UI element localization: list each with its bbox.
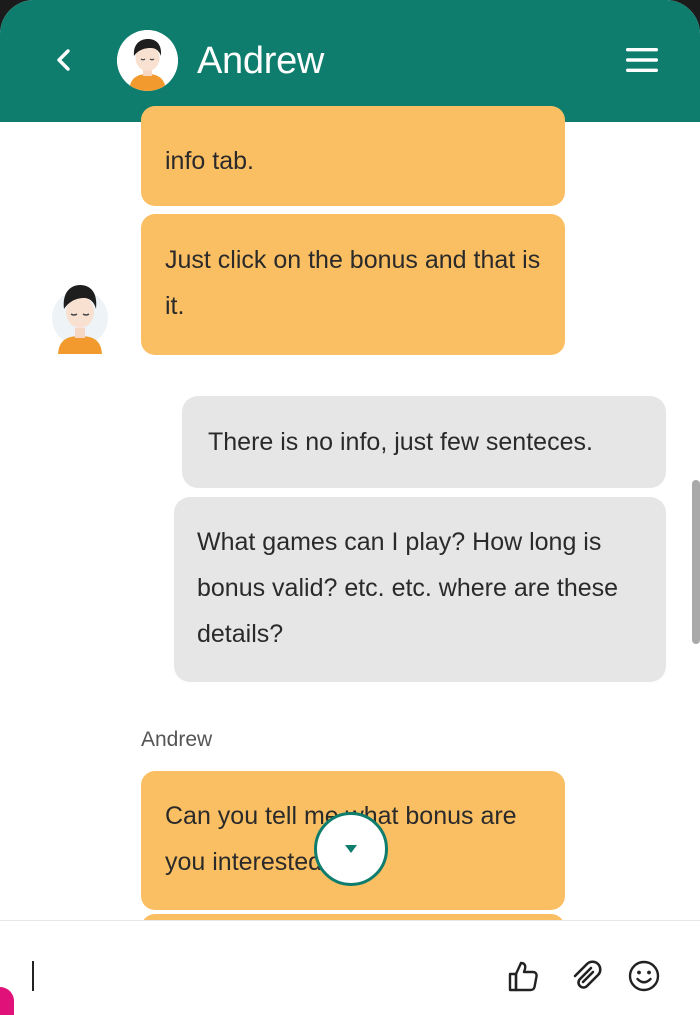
hamburger-menu-icon xyxy=(626,48,658,72)
sender-name: Andrew xyxy=(141,728,213,751)
message-text: There is no info, just few senteces. xyxy=(208,428,593,456)
caret-down-icon xyxy=(345,845,357,853)
agent-message-avatar xyxy=(50,274,110,354)
agent-message: Just click on the bonus and that is it. xyxy=(141,214,565,355)
menu-button[interactable] xyxy=(620,40,664,80)
message-text: info tab. xyxy=(165,147,254,175)
scrollbar[interactable] xyxy=(692,480,700,644)
agent-avatar xyxy=(117,30,178,91)
chat-window: Andrew info tab. Just click on the bonus… xyxy=(0,0,700,1015)
text-caret xyxy=(32,961,34,991)
like-button[interactable] xyxy=(504,957,542,995)
composer-bar xyxy=(0,920,700,1015)
emoji-button[interactable] xyxy=(625,957,663,995)
user-message: What games can I play? How long is bonus… xyxy=(174,497,666,682)
attach-button[interactable] xyxy=(567,957,605,995)
paperclip-icon xyxy=(573,960,602,989)
message-input[interactable] xyxy=(26,949,480,991)
agent-avatar-icon xyxy=(117,30,178,91)
chat-header: Andrew xyxy=(0,0,700,122)
message-text: What games can I play? How long is bonus… xyxy=(197,528,619,648)
agent-avatar-icon xyxy=(52,285,108,354)
back-button[interactable] xyxy=(44,40,84,80)
chevron-left-icon xyxy=(57,49,70,71)
thumbs-up-icon xyxy=(508,961,538,992)
agent-message: info tab. xyxy=(141,106,565,206)
user-message: There is no info, just few senteces. xyxy=(182,396,666,488)
emoji-icon xyxy=(628,960,660,992)
chat-title: Andrew xyxy=(197,40,325,82)
scroll-to-bottom-button[interactable] xyxy=(314,812,388,886)
message-text: Just click on the bonus and that is it. xyxy=(165,246,541,320)
